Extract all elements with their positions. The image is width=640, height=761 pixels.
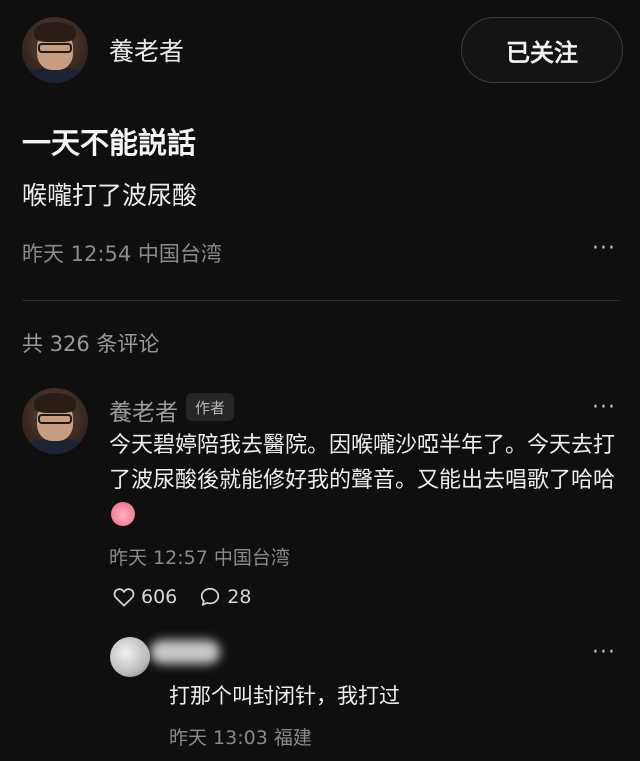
divider bbox=[22, 300, 620, 301]
speech-bubble-icon bbox=[201, 587, 220, 606]
author-name[interactable]: 養老者 bbox=[109, 32, 184, 68]
comment-count: 共 326 条评论 bbox=[22, 332, 160, 356]
post-title: 一天不能説話 bbox=[22, 126, 197, 160]
reply-count: 28 bbox=[227, 586, 252, 608]
like-button[interactable]: 606 bbox=[113, 586, 177, 608]
reply-more-icon[interactable]: ··· bbox=[592, 640, 616, 665]
author-badge: 作者 bbox=[186, 393, 235, 421]
comment-text-content: 今天碧婷陪我去醫院。因喉嚨沙啞半年了。今天去打了波尿酸後就能修好我的聲音。又能出… bbox=[109, 433, 616, 493]
like-count: 606 bbox=[141, 586, 178, 608]
post-detail-screen: 養老者 已关注 一天不能説話 喉嚨打了波尿酸 昨天 12:54 中国台湾 ···… bbox=[0, 0, 640, 761]
post-body: 喉嚨打了波尿酸 bbox=[22, 181, 198, 210]
comment-author-name[interactable]: 養老者 bbox=[109, 393, 178, 427]
author-avatar[interactable] bbox=[22, 17, 88, 83]
post-meta: 昨天 12:54 中国台湾 bbox=[22, 242, 222, 266]
reply-text: 打那个叫封闭针，我打过 bbox=[169, 684, 400, 708]
comment-avatar[interactable] bbox=[22, 388, 88, 454]
reply-avatar[interactable] bbox=[110, 637, 150, 677]
reply-author-name-blurred[interactable] bbox=[150, 640, 220, 664]
comment-meta: 昨天 12:57 中国台湾 bbox=[109, 547, 290, 569]
comment-text: 今天碧婷陪我去醫院。因喉嚨沙啞半年了。今天去打了波尿酸後就能修好我的聲音。又能出… bbox=[109, 428, 619, 533]
post-more-icon[interactable]: ··· bbox=[592, 236, 616, 261]
post-header: 養老者 已关注 bbox=[0, 0, 640, 100]
comment-more-icon[interactable]: ··· bbox=[592, 395, 616, 420]
heart-outline-icon bbox=[113, 588, 135, 607]
reply-meta: 昨天 13:03 福建 bbox=[169, 727, 312, 749]
reply-button[interactable]: 28 bbox=[199, 586, 251, 608]
follow-button[interactable]: 已关注 bbox=[461, 17, 623, 83]
comment-actions: 606 28 bbox=[113, 584, 273, 610]
pig-face-emoji-icon bbox=[111, 502, 135, 526]
